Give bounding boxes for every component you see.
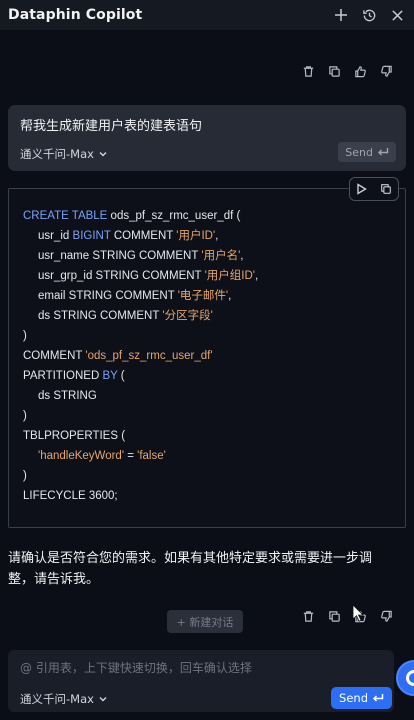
reply-line-1: 请确认是否符合您的需求。如果有其他特定要求或需要进一步调 bbox=[8, 551, 373, 566]
code-block: CREATE TABLE ods_pf_sz_rmc_user_df (usr_… bbox=[8, 177, 406, 528]
chevron-down-icon bbox=[99, 152, 107, 157]
code-line: TBLPROPERTIES ( bbox=[23, 426, 258, 446]
enter-icon bbox=[378, 148, 389, 156]
copy-icon[interactable] bbox=[326, 608, 342, 624]
code-line: ) bbox=[23, 406, 258, 426]
code-token: BY bbox=[102, 370, 118, 382]
run-icon[interactable] bbox=[356, 180, 368, 199]
code-token: ods_pf_sz_rmc_user_df ( bbox=[107, 210, 241, 222]
copy-icon[interactable] bbox=[380, 180, 392, 199]
message-actions-bottom bbox=[300, 608, 394, 624]
send-button[interactable]: Send bbox=[331, 687, 392, 709]
app-header: Dataphin Copilot bbox=[0, 0, 414, 30]
code-token: usr_name STRING COMMENT bbox=[38, 250, 202, 262]
code-token: '用户名' bbox=[201, 250, 241, 262]
code-line: usr_id BIGINT COMMENT '用户ID', bbox=[23, 226, 258, 246]
enter-icon bbox=[372, 694, 384, 702]
history-icon[interactable] bbox=[360, 6, 378, 24]
code-line: PARTITIONED BY ( bbox=[23, 366, 258, 386]
code-token: CREATE TABLE bbox=[23, 210, 108, 222]
app-title: Dataphin Copilot bbox=[8, 7, 143, 23]
thumbs-down-icon[interactable] bbox=[378, 63, 394, 79]
code-token: , bbox=[254, 270, 259, 282]
code-line: 'handleKeyWord' = 'false' bbox=[23, 446, 258, 466]
floating-assistant-button[interactable] bbox=[396, 660, 414, 696]
code-token: 'handleKeyWord' bbox=[38, 450, 125, 462]
header-actions bbox=[332, 6, 406, 24]
mouse-cursor-icon bbox=[352, 604, 364, 622]
resend-button[interactable]: Send bbox=[338, 142, 396, 162]
code-token: 'ods_pf_sz_rmc_user_df' bbox=[85, 350, 213, 362]
model-selector[interactable]: 通义千问-Max bbox=[20, 146, 108, 162]
thumbs-down-icon[interactable] bbox=[378, 608, 394, 624]
send-button-label: Send bbox=[339, 691, 368, 705]
code-token: '分区字段' bbox=[162, 310, 213, 322]
code-line: usr_grp_id STRING COMMENT '用户组ID', bbox=[23, 266, 258, 286]
composer-model-label: 通义千问-Max bbox=[20, 692, 94, 706]
thumbs-up-icon[interactable] bbox=[352, 63, 368, 79]
code-token: 'false' bbox=[137, 450, 166, 462]
code-token: = bbox=[124, 450, 138, 462]
code-token: , bbox=[228, 290, 232, 302]
code-token: LIFECYCLE 3600; bbox=[23, 490, 118, 502]
close-icon[interactable] bbox=[388, 6, 406, 24]
composer: @ 引用表，上下键快速切换，回车确认选择 通义千问-Max Send bbox=[8, 650, 394, 712]
code-token: TBLPROPERTIES ( bbox=[23, 430, 126, 442]
copy-icon[interactable] bbox=[326, 63, 342, 79]
reply-line-2: 整，请告诉我。 bbox=[8, 572, 100, 587]
code-line: CREATE TABLE ods_pf_sz_rmc_user_df ( bbox=[23, 206, 258, 226]
code-token: ) bbox=[23, 410, 27, 422]
code-line: ds STRING bbox=[23, 386, 258, 406]
new-chat-button[interactable]: + 新建对话 bbox=[167, 610, 243, 633]
send-label: Send bbox=[345, 145, 373, 159]
message-actions-top bbox=[300, 63, 394, 79]
code-line: ds STRING COMMENT '分区字段' bbox=[23, 306, 258, 326]
code-token: , bbox=[240, 250, 244, 262]
code-token: BIGINT bbox=[72, 230, 111, 242]
code-toolbar bbox=[349, 177, 399, 201]
code-token: usr_grp_id STRING COMMENT bbox=[38, 270, 205, 282]
composer-input[interactable]: @ 引用表，上下键快速切换，回车确认选择 bbox=[20, 659, 252, 676]
code-token: '用户组ID' bbox=[204, 270, 255, 282]
code-token: ( bbox=[117, 370, 125, 382]
code-line: LIFECYCLE 3600; bbox=[23, 486, 258, 506]
chevron-down-icon bbox=[99, 697, 107, 702]
assistant-logo-icon bbox=[406, 670, 414, 686]
plus-icon[interactable] bbox=[332, 6, 350, 24]
composer-model-selector[interactable]: 通义千问-Max bbox=[20, 691, 108, 707]
delete-icon[interactable] bbox=[300, 63, 316, 79]
user-message-card: 帮我生成新建用户表的建表语句 通义千问-Max Send bbox=[8, 105, 406, 171]
code-line: usr_name STRING COMMENT '用户名', bbox=[23, 246, 258, 266]
user-message-text: 帮我生成新建用户表的建表语句 bbox=[20, 119, 203, 134]
delete-icon[interactable] bbox=[300, 608, 316, 624]
code-token: '用户ID' bbox=[176, 230, 216, 242]
assistant-reply: 请确认是否符合您的需求。如果有其他特定要求或需要进一步调 整，请告诉我。 bbox=[8, 548, 408, 590]
sql-code: CREATE TABLE ods_pf_sz_rmc_user_df (usr_… bbox=[23, 206, 258, 506]
code-token: ) bbox=[23, 470, 27, 482]
code-token: ) bbox=[23, 330, 27, 342]
code-line: email STRING COMMENT '电子邮件', bbox=[23, 286, 258, 306]
code-token: COMMENT bbox=[23, 350, 86, 362]
code-line: COMMENT 'ods_pf_sz_rmc_user_df' bbox=[23, 346, 258, 366]
code-token: PARTITIONED bbox=[23, 370, 103, 382]
code-token: COMMENT bbox=[110, 230, 177, 242]
model-label: 通义千问-Max bbox=[20, 147, 94, 161]
code-line: ) bbox=[23, 326, 258, 346]
code-token: '电子邮件' bbox=[177, 290, 229, 302]
code-token: ds STRING COMMENT bbox=[38, 310, 163, 322]
code-token: usr_id bbox=[38, 230, 73, 242]
code-token: ds STRING bbox=[38, 390, 97, 402]
code-line: ) bbox=[23, 466, 258, 486]
code-token: email STRING COMMENT bbox=[38, 290, 178, 302]
code-token: , bbox=[215, 230, 219, 242]
